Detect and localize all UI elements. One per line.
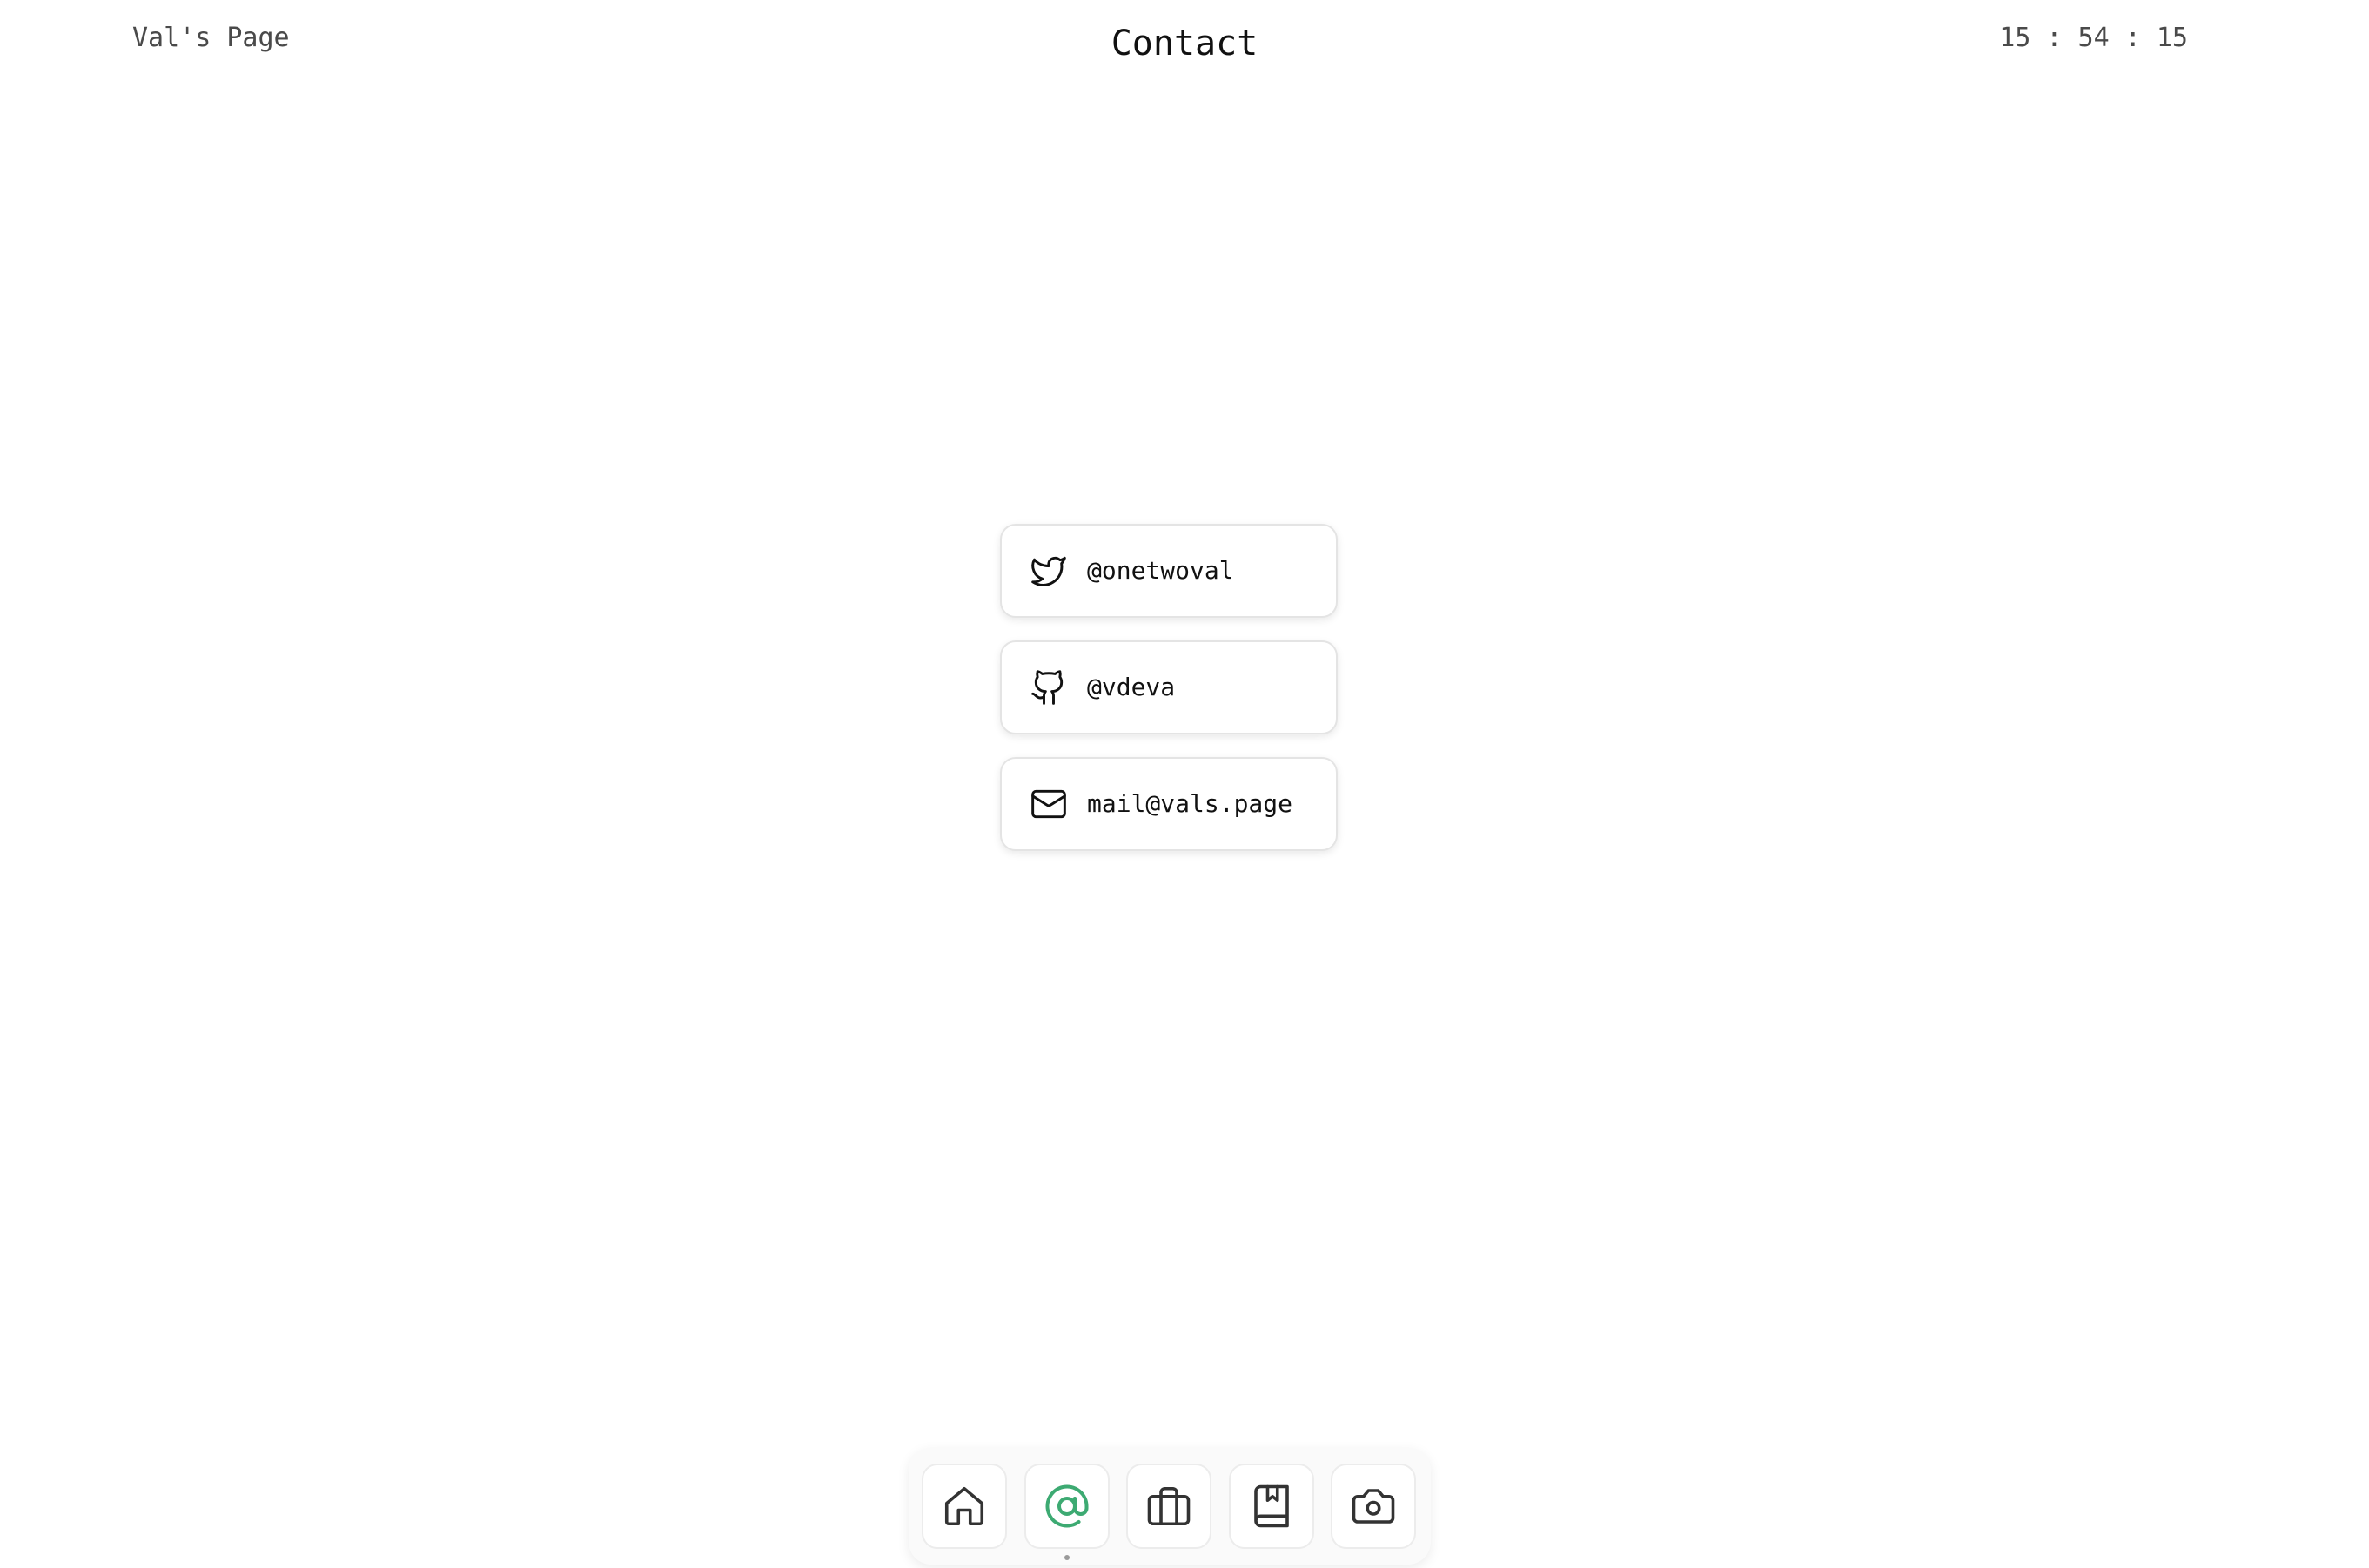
dock-work-button[interactable] [1126, 1464, 1211, 1549]
github-handle: @vdeva [1087, 673, 1176, 701]
dock-photos-button[interactable] [1331, 1464, 1416, 1549]
book-icon [1254, 1484, 1289, 1528]
email-link[interactable]: mail@vals.page [1000, 757, 1338, 851]
github-icon [1030, 668, 1068, 707]
camera-icon [1352, 1489, 1395, 1524]
github-link[interactable]: @vdeva [1000, 640, 1338, 734]
dock-contact-button[interactable] [1024, 1464, 1110, 1549]
dock-home-button[interactable] [922, 1464, 1007, 1549]
briefcase-icon [1147, 1486, 1191, 1526]
clock: 15 : 54 : 15 [1999, 23, 2188, 53]
home-icon [944, 1486, 984, 1526]
mail-icon [1030, 785, 1068, 823]
twitter-icon [1030, 552, 1068, 590]
contact-list: @onetwoval @vdeva mail@vals.page [1000, 524, 1338, 874]
twitter-handle: @onetwoval [1087, 556, 1234, 585]
active-indicator-dot [1064, 1555, 1070, 1560]
at-sign-icon [1045, 1484, 1089, 1528]
email-address: mail@vals.page [1087, 789, 1293, 818]
twitter-link[interactable]: @onetwoval [1000, 524, 1338, 618]
dock-reading-button[interactable] [1229, 1464, 1314, 1549]
dock-nav [909, 1448, 1431, 1565]
